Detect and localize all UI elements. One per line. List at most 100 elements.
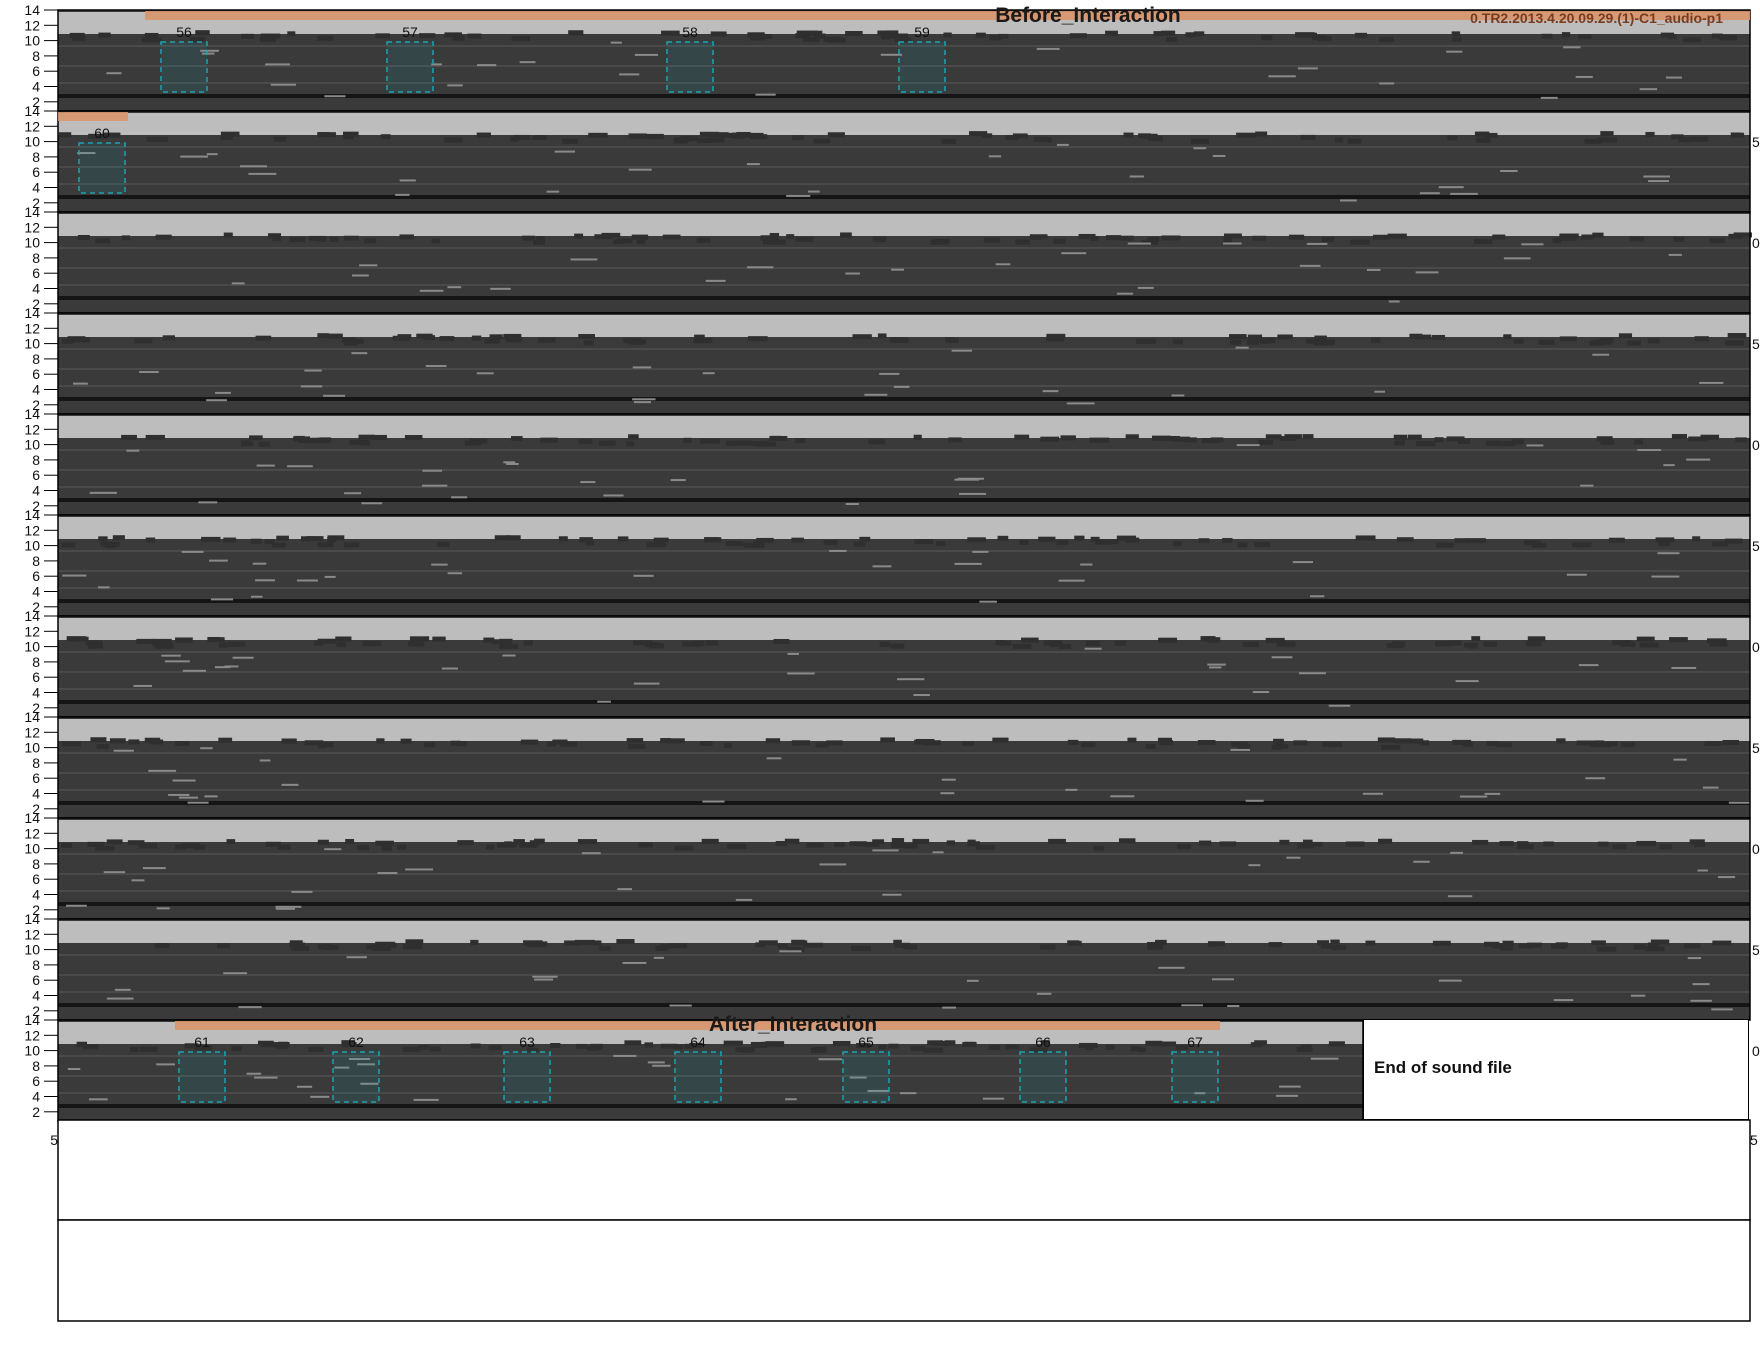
y-tick-label: 4 <box>32 786 40 802</box>
texture-mark <box>818 1058 843 1061</box>
spectrogram-row: 1412108642560 <box>24 103 1760 213</box>
noise-line <box>58 752 1750 754</box>
texture-mark <box>1500 169 1518 172</box>
texture-mark <box>464 440 482 446</box>
texture-mark <box>725 541 744 547</box>
texture-mark <box>1040 436 1060 442</box>
texture-mark <box>1065 788 1078 791</box>
texture-mark <box>632 366 652 369</box>
texture-mark <box>134 338 153 344</box>
texture-mark <box>983 237 1001 243</box>
texture-mark <box>88 1098 108 1101</box>
texture-mark <box>1276 641 1296 647</box>
y-tick-label: 6 <box>32 366 40 382</box>
texture-mark <box>1105 30 1118 36</box>
texture-mark <box>1089 437 1110 443</box>
texture-mark <box>1663 464 1675 467</box>
texture-mark <box>1279 436 1297 442</box>
right-edge-label: 0 <box>1752 639 1760 655</box>
texture-mark <box>477 64 497 67</box>
texture-mark <box>699 741 713 747</box>
texture-mark <box>787 672 815 675</box>
texture-mark <box>489 334 503 340</box>
texture-mark <box>506 462 519 465</box>
texture-mark <box>145 434 165 440</box>
texture-mark <box>710 31 727 37</box>
y-tick-label: 14 <box>24 507 40 523</box>
texture-mark <box>1394 738 1412 744</box>
texture-mark <box>82 1044 99 1050</box>
texture-mark <box>405 939 424 945</box>
texture-mark <box>660 738 671 744</box>
texture-mark <box>786 194 811 197</box>
texture-mark <box>304 369 322 372</box>
texture-mark <box>520 739 539 745</box>
texture-mark <box>254 1076 278 1079</box>
texture-mark <box>300 385 323 388</box>
texture-mark <box>1636 840 1657 846</box>
noise-line <box>58 651 1750 653</box>
texture-mark <box>502 654 516 657</box>
texture-mark <box>293 436 311 442</box>
texture-mark <box>1561 32 1571 38</box>
texture-mark <box>1521 243 1544 246</box>
texture-mark <box>1600 439 1615 445</box>
texture-mark <box>142 867 166 870</box>
texture-mark <box>1627 340 1641 346</box>
y-tick-label: 12 <box>24 320 40 336</box>
texture-mark <box>1223 238 1232 244</box>
texture-mark <box>966 979 979 982</box>
texture-mark <box>872 849 899 852</box>
y-tick-label: 6 <box>32 265 40 281</box>
texture-mark <box>270 83 297 86</box>
texture-mark <box>259 759 271 762</box>
texture-mark <box>1639 642 1659 648</box>
texture-mark <box>1697 869 1708 872</box>
y-tick-label: 2 <box>32 1104 40 1120</box>
texture-mark <box>421 484 448 487</box>
texture-mark <box>476 372 494 375</box>
texture-mark <box>1503 334 1512 340</box>
texture-mark <box>1033 136 1049 142</box>
noise-line <box>58 974 1750 976</box>
texture-mark <box>845 272 860 275</box>
texture-mark <box>1657 552 1680 555</box>
before-interaction-label: Before_Interaction <box>995 4 1181 27</box>
texture-mark <box>562 138 578 144</box>
texture-mark <box>631 234 649 240</box>
noise-line <box>58 296 1750 300</box>
texture-mark <box>361 502 383 505</box>
texture-mark <box>1029 234 1048 240</box>
texture-mark <box>1620 641 1636 647</box>
texture-mark <box>537 337 556 343</box>
right-edge-label: 0 <box>1752 235 1760 251</box>
texture-mark <box>840 232 852 238</box>
noise-line <box>58 570 1750 572</box>
texture-mark <box>813 138 831 144</box>
noise-line <box>58 688 1750 690</box>
texture-mark <box>1242 641 1259 647</box>
texture-mark <box>1106 235 1121 241</box>
texture-mark <box>1254 542 1271 548</box>
y-tick-label: 6 <box>32 1073 40 1089</box>
texture-mark <box>413 1098 439 1101</box>
texture-mark <box>259 37 276 43</box>
texture-mark <box>997 535 1009 541</box>
texture-mark <box>1485 440 1500 446</box>
noise-line <box>58 772 1750 774</box>
texture-mark <box>705 640 719 646</box>
texture-mark <box>578 439 593 445</box>
texture-mark <box>1709 641 1728 647</box>
y-tick-label: 4 <box>32 887 40 903</box>
texture-mark <box>583 340 594 346</box>
texture-mark <box>1147 944 1164 950</box>
texture-mark <box>324 95 346 98</box>
texture-mark <box>1067 739 1079 745</box>
texture-mark <box>775 840 787 846</box>
texture-mark <box>1061 252 1087 255</box>
texture-mark <box>87 643 103 649</box>
texture-mark <box>1261 35 1273 41</box>
texture-mark <box>381 845 392 851</box>
texture-mark <box>1158 966 1185 969</box>
texture-mark <box>1540 96 1558 99</box>
